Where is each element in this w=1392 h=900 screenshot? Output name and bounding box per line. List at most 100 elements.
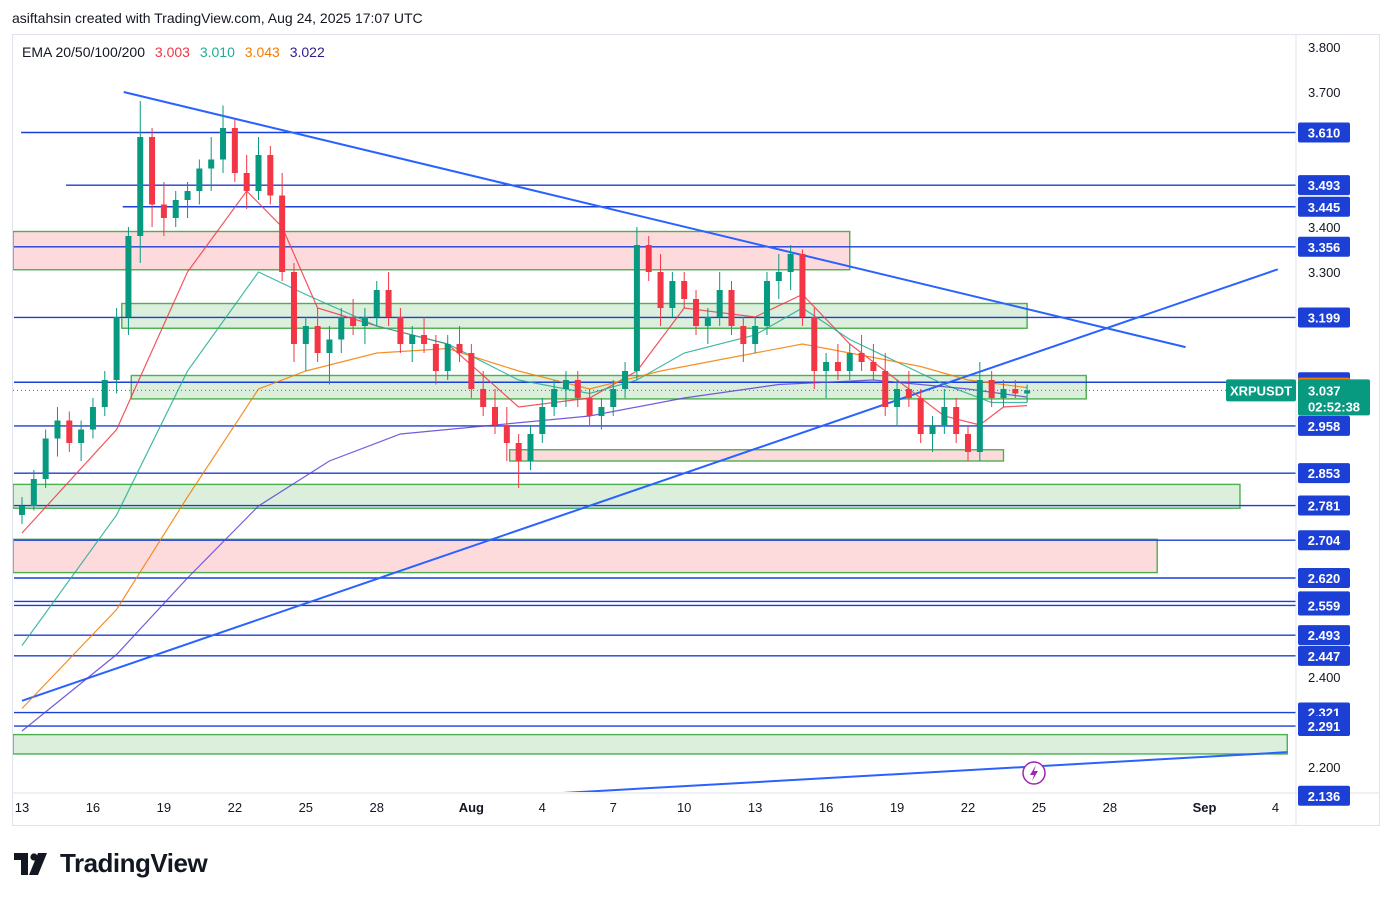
- candle-body-18: [231, 128, 238, 173]
- price-line-label-17: 2.136: [1308, 789, 1341, 804]
- candle-body-19: [243, 173, 250, 191]
- candle-body-8: [113, 317, 120, 380]
- x-tick-label-8: 7: [610, 800, 617, 815]
- candle-body-75: [905, 389, 912, 398]
- candle-body-84: [1012, 389, 1019, 394]
- candle-body-17: [220, 128, 227, 160]
- candle-body-56: [681, 281, 688, 299]
- y-tick-label-3: 3.300: [1308, 265, 1341, 280]
- x-tick-label-15: 28: [1103, 800, 1117, 815]
- candle-body-58: [704, 317, 711, 326]
- tradingview-logo[interactable]: TradingView: [14, 848, 208, 879]
- candle-body-30: [373, 290, 380, 317]
- candle-body-10: [137, 137, 144, 236]
- candle-body-55: [669, 281, 676, 308]
- trendline-2: [562, 751, 1288, 792]
- candle-body-70: [846, 353, 853, 371]
- x-tick-label-14: 25: [1032, 800, 1046, 815]
- tradingview-wordmark: TradingView: [60, 848, 208, 878]
- ema50-value: 3.010: [199, 44, 235, 60]
- price-line-label-7: 2.853: [1308, 466, 1341, 481]
- candle-body-67: [811, 317, 818, 371]
- candle-body-52: [633, 245, 640, 371]
- candle-body-7: [101, 380, 108, 407]
- price-chart[interactable]: 3.800 3.700 3.400 3.300 2.400 2.200 13 16 19 22 25…: [0, 0, 1392, 900]
- candle-body-34: [421, 335, 428, 344]
- candle-body-82: [988, 380, 995, 398]
- ema-legend[interactable]: EMA 20/50/100/200 3.003 3.010 3.043 3.02…: [22, 44, 331, 60]
- ema20-value: 3.003: [154, 44, 190, 60]
- candle-body-12: [160, 204, 167, 218]
- candle-body-13: [172, 200, 179, 218]
- price-line-label-4: 3.199: [1308, 310, 1341, 325]
- candle-body-36: [444, 344, 451, 371]
- ema200-value: 3.022: [289, 44, 325, 60]
- candle-body-64: [775, 272, 782, 281]
- price-line-label-8: 2.781: [1308, 499, 1341, 514]
- candle-body-63: [763, 281, 770, 326]
- demand-zone-6: [13, 733, 1288, 755]
- candle-body-68: [823, 362, 830, 371]
- candle-body-20: [255, 155, 262, 191]
- candle-body-50: [610, 389, 617, 407]
- x-tick-label-11: 16: [819, 800, 833, 815]
- candle-body-26: [326, 339, 333, 353]
- candle-body-3: [54, 420, 61, 439]
- candle-body-80: [965, 434, 971, 452]
- price-line-label-2: 3.445: [1308, 200, 1341, 215]
- candle-body-53: [645, 245, 652, 272]
- price-line-label-14: 2.447: [1308, 649, 1341, 664]
- candle-body-47: [574, 380, 581, 398]
- candle-body-2: [42, 438, 49, 479]
- ema100-value: 3.043: [244, 44, 280, 60]
- candle-body-31: [385, 290, 392, 317]
- candle-body-79: [953, 407, 960, 434]
- tradingview-logo-icon: [14, 852, 47, 875]
- x-tick-label-6: Aug: [459, 800, 484, 815]
- candle-body-44: [539, 407, 546, 434]
- x-tick-label-3: 22: [228, 800, 242, 815]
- candle-body-0: [19, 506, 25, 515]
- candle-body-33: [409, 335, 416, 344]
- symbol-badge: XRPUSDT: [1230, 383, 1292, 398]
- candle-body-32: [397, 317, 404, 344]
- candle-body-22: [279, 195, 286, 272]
- price-line-label-12: 2.559: [1308, 598, 1341, 613]
- candle-body-49: [598, 407, 605, 416]
- candle-body-60: [728, 290, 735, 326]
- candle-body-15: [196, 168, 203, 191]
- candle-body-1: [30, 479, 37, 506]
- x-tick-label-16: Sep: [1193, 800, 1217, 815]
- plot-area[interactable]: [13, 91, 1296, 796]
- candle-body-9: [125, 236, 132, 317]
- y-tick-label-0: 3.800: [1308, 40, 1341, 55]
- y-tick-label-2: 3.400: [1308, 220, 1341, 235]
- x-tick-label-0: 13: [15, 800, 29, 815]
- x-tick-label-9: 10: [677, 800, 691, 815]
- candle-body-6: [89, 407, 96, 430]
- candle-body-77: [929, 425, 936, 434]
- candle-body-66: [799, 254, 806, 317]
- x-tick-label-7: 4: [539, 800, 546, 815]
- candle-body-62: [752, 326, 759, 344]
- supply-zone-5: [13, 538, 1158, 574]
- candle-body-39: [480, 389, 487, 407]
- candle-body-29: [361, 317, 368, 326]
- candle-body-54: [657, 272, 664, 308]
- candle-body-16: [208, 159, 215, 169]
- x-tick-label-17: 4: [1272, 800, 1279, 815]
- price-line-label-9: 2.704: [1308, 533, 1341, 548]
- x-tick-label-4: 25: [299, 800, 313, 815]
- candle-body-71: [858, 353, 865, 362]
- y-tick-label-5: 2.200: [1308, 760, 1341, 775]
- ema-legend-label: EMA 20/50/100/200: [22, 44, 145, 60]
- y-tick-label-1: 3.700: [1308, 85, 1341, 100]
- candle-body-48: [586, 398, 593, 416]
- candle-body-25: [314, 326, 321, 353]
- candle-body-23: [290, 272, 297, 344]
- price-line-label-16: 2.291: [1308, 719, 1341, 734]
- candle-body-57: [693, 299, 700, 326]
- candle-body-69: [834, 362, 841, 371]
- candle-body-40: [492, 407, 498, 425]
- supply-zone-3: [508, 449, 1005, 462]
